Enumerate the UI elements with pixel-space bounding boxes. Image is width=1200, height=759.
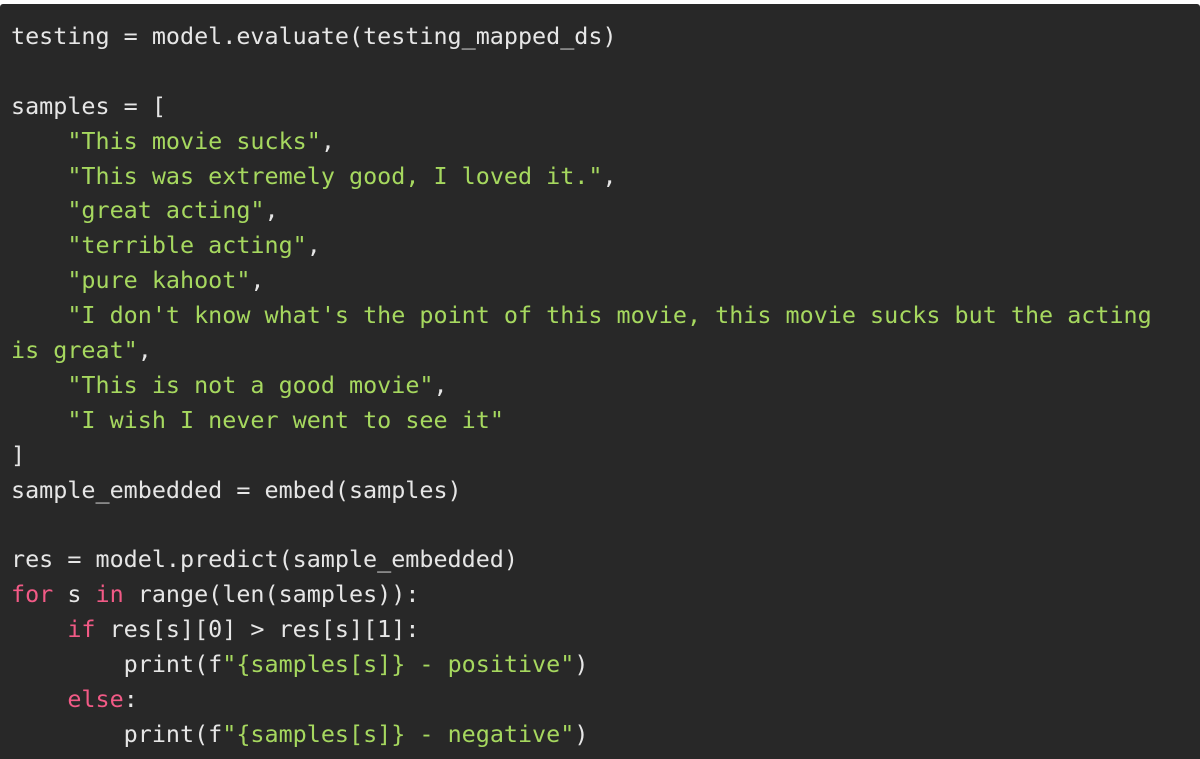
- code-text: ,: [250, 266, 265, 295]
- code-line: for s in range(len(samples)):: [11, 577, 1152, 612]
- code-line: "This was extremely good, I loved it.",: [11, 159, 1152, 194]
- code-string: "{samples[s]} - negative": [222, 719, 575, 748]
- code-text: res[s][0] > res[s][1]:: [95, 615, 420, 644]
- code-keyword: for: [11, 580, 54, 609]
- code-string: "{samples[s]} - positive": [222, 650, 575, 679]
- code-text: s: [53, 580, 96, 609]
- code-text: sample_embedded = embed(samples): [11, 475, 462, 504]
- code-text: ,: [264, 196, 279, 225]
- code-string: "This is not a good movie": [67, 370, 434, 399]
- code-text: print(f: [11, 650, 223, 679]
- code-string: "I wish I never went to see it": [67, 405, 504, 434]
- code-text: ,: [602, 161, 617, 190]
- code-line: print(f"{samples[s]} - negative"): [11, 717, 1152, 752]
- code-string: "pure kahoot": [67, 266, 251, 295]
- code-line: "I wish I never went to see it": [11, 403, 1152, 438]
- code-line: if res[s][0] > res[s][1]:: [11, 612, 1152, 647]
- code-line: "pure kahoot",: [11, 263, 1152, 298]
- code-text: ,: [137, 336, 152, 365]
- code-text: testing = model.evaluate(testing_mapped_…: [11, 22, 617, 50]
- code-string: "This movie sucks": [67, 126, 321, 155]
- code-line: "This is not a good movie",: [11, 368, 1152, 403]
- code-line: else:: [11, 682, 1152, 717]
- code-text: ,: [320, 126, 335, 155]
- code-line: testing = model.evaluate(testing_mapped_…: [11, 19, 1152, 54]
- code-string: "great acting": [67, 196, 265, 225]
- code-text: ): [574, 719, 589, 748]
- code-keyword: else: [67, 684, 124, 713]
- code-line: is great",: [11, 333, 1152, 368]
- code-line: "This movie sucks",: [11, 124, 1152, 159]
- code-line: "I don't know what's the point of this m…: [11, 298, 1152, 333]
- code-line: sample_embedded = embed(samples): [11, 473, 1152, 508]
- code-text: :: [123, 684, 138, 713]
- code-text: range(len(samples)):: [123, 580, 420, 609]
- code-string: "terrible acting": [67, 231, 307, 260]
- code-text: ,: [433, 370, 448, 399]
- code-keyword: if: [67, 615, 96, 644]
- code-line: "great acting",: [11, 193, 1152, 228]
- code-keyword: in: [95, 580, 124, 609]
- code-string: is great": [11, 336, 138, 365]
- code-string: "This was extremely good, I loved it.": [67, 161, 603, 190]
- code-text: ]: [11, 440, 26, 469]
- code-text: ): [574, 650, 589, 679]
- code-panel: testing = model.evaluate(testing_mapped_…: [0, 4, 1200, 759]
- code-line: res = model.predict(sample_embedded): [11, 542, 1152, 577]
- code-text: res = model.predict(sample_embedded): [11, 545, 518, 574]
- code-string: "I don't know what's the point of this m…: [67, 301, 1152, 330]
- code-block[interactable]: testing = model.evaluate(testing_mapped_…: [11, 19, 1152, 752]
- code-line: ]: [11, 438, 1152, 473]
- code-text: samples = [: [11, 91, 166, 120]
- code-text: print(f: [11, 719, 223, 748]
- code-text: ,: [306, 231, 321, 260]
- code-line: "terrible acting",: [11, 228, 1152, 263]
- code-line: print(f"{samples[s]} - positive"): [11, 647, 1152, 682]
- code-line: samples = [: [11, 89, 1152, 124]
